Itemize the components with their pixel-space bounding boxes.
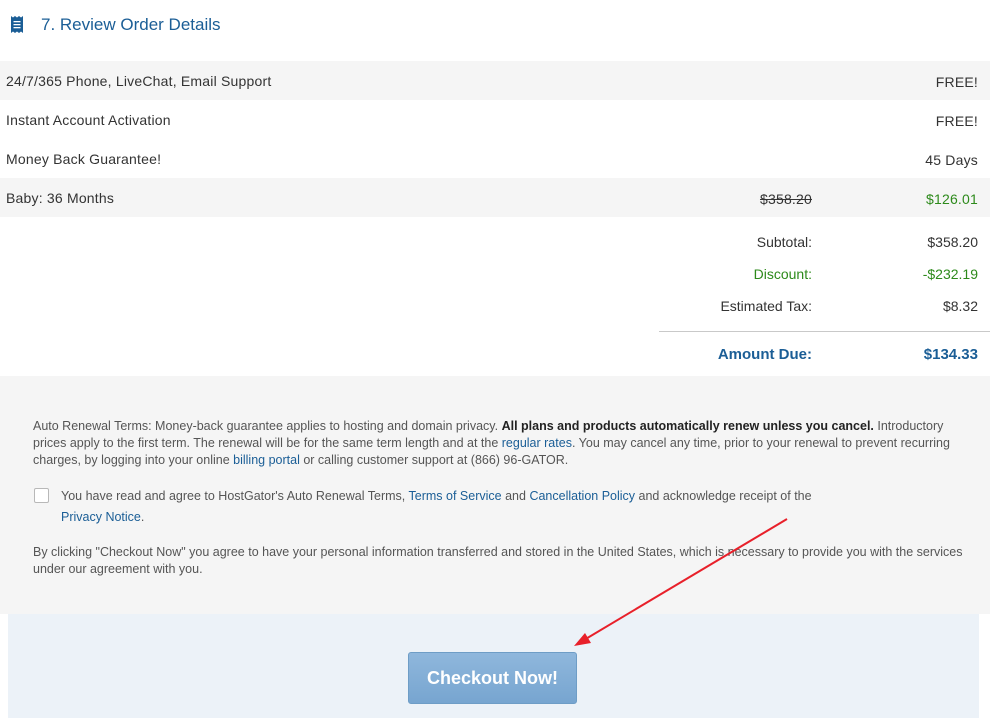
order-item-row: 24/7/365 Phone, LiveChat, Email Support … — [0, 61, 990, 100]
agree-label-2: and acknowledge receipt of the — [638, 489, 812, 503]
checkout-area: Checkout Now! — [8, 614, 979, 718]
renewal-terms: Auto Renewal Terms: Money-back guarantee… — [33, 418, 963, 469]
item-value: FREE! — [935, 113, 978, 129]
item-value: 45 Days — [925, 152, 978, 168]
regular-rates-link[interactable]: regular rates — [502, 436, 572, 450]
order-item-row: Instant Account Activation FREE! — [0, 100, 990, 139]
period-text: . — [140, 510, 145, 524]
amount-due-value: $134.33 — [923, 346, 978, 363]
subtotal-amount: $358.20 — [927, 234, 978, 250]
discount-label: Discount: — [753, 266, 812, 282]
order-items: 24/7/365 Phone, LiveChat, Email Support … — [0, 61, 990, 217]
agree-text: You have read and agree to HostGator's A… — [61, 486, 931, 528]
tax-label: Estimated Tax: — [720, 298, 812, 314]
order-item-row: Money Back Guarantee! 45 Days — [0, 139, 990, 178]
discounted-price: $126.01 — [925, 191, 978, 207]
consent-text: By clicking "Checkout Now" you agree to … — [33, 545, 963, 576]
item-label: Baby: 36 Months — [6, 190, 115, 206]
item-value: FREE! — [935, 74, 978, 90]
tax-amount: $8.32 — [942, 298, 978, 314]
item-label: Instant Account Activation — [6, 112, 171, 128]
amount-due-label: Amount Due: — [717, 346, 812, 363]
billing-portal-link[interactable]: billing portal — [233, 453, 300, 467]
cancellation-policy-link[interactable]: Cancellation Policy — [529, 489, 635, 503]
agree-label: You have read and agree to HostGator's A… — [61, 489, 406, 503]
receipt-icon — [11, 16, 23, 33]
totals-divider — [659, 331, 990, 332]
terms-section: Auto Renewal Terms: Money-back guarantee… — [0, 376, 990, 614]
section-title: 7. Review Order Details — [41, 15, 221, 34]
renewal-text-4: or calling customer support at (866) 96-… — [303, 453, 569, 467]
discount-amount: -$232.19 — [922, 266, 978, 282]
privacy-notice-link[interactable]: Privacy Notice — [61, 510, 141, 524]
order-item-row: Baby: 36 Months $358.20 $126.01 — [0, 178, 990, 217]
section-header: 7. Review Order Details — [0, 0, 990, 48]
terms-of-service-link[interactable]: Terms of Service — [409, 489, 502, 503]
subtotal-label: Subtotal: — [756, 234, 812, 250]
renewal-bold-text: All plans and products automatically ren… — [501, 419, 874, 433]
item-label: Money Back Guarantee! — [6, 151, 162, 167]
item-label: 24/7/365 Phone, LiveChat, Email Support — [6, 73, 272, 89]
original-price: $358.20 — [759, 191, 812, 207]
agree-checkbox[interactable] — [34, 488, 49, 503]
and-text: and — [505, 489, 526, 503]
renewal-text: Auto Renewal Terms: Money-back guarantee… — [33, 419, 499, 433]
order-totals: Subtotal: $358.20 Discount: -$232.19 Est… — [0, 217, 990, 376]
checkout-now-button[interactable]: Checkout Now! — [408, 652, 577, 704]
